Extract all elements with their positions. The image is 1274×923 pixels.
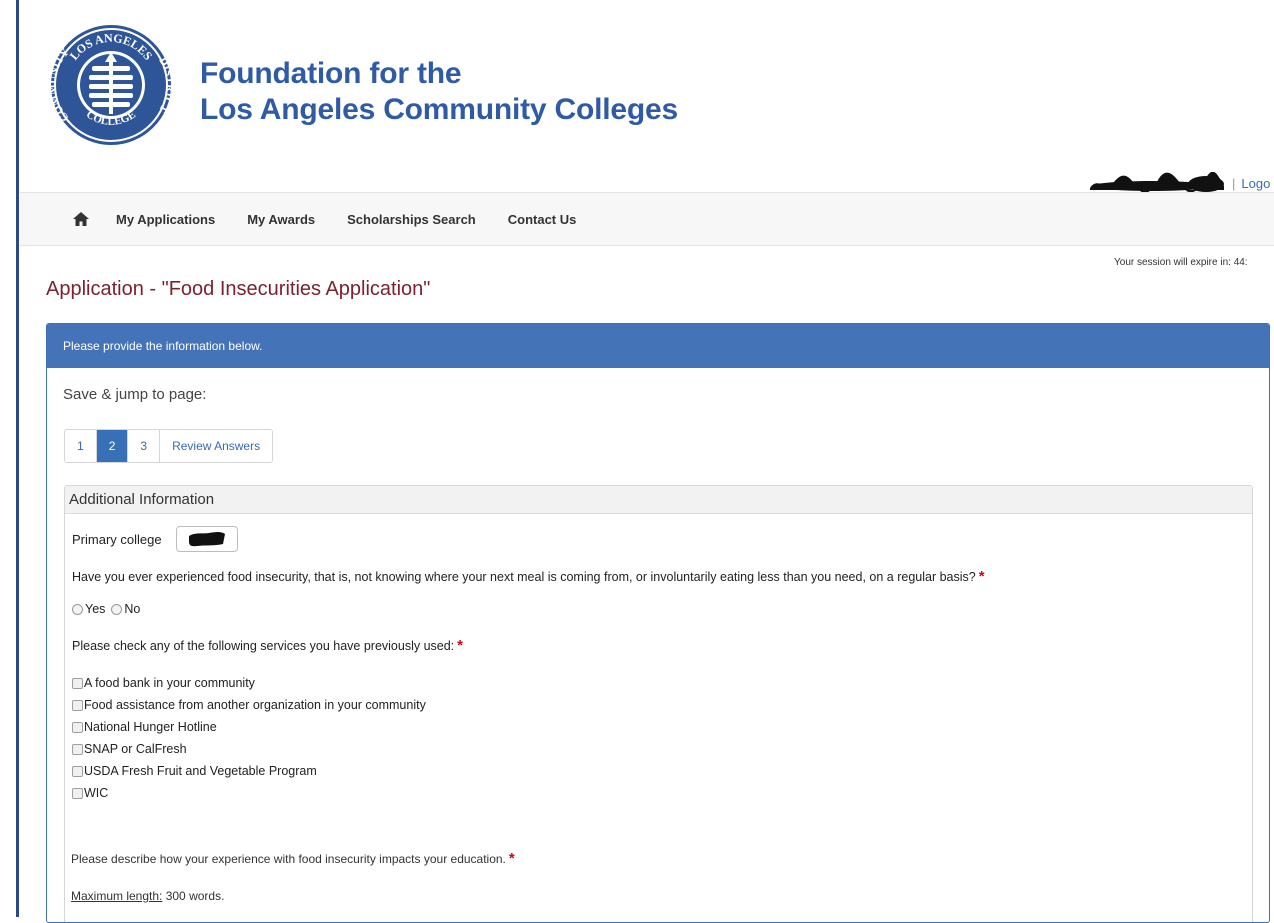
service-label: National Hunger Hotline [84,720,217,734]
services-question-text: Please check any of the following servic… [72,639,455,653]
session-timer: Your session will expire in: 44: [1114,257,1248,268]
checkbox-usda[interactable] [72,765,83,777]
application-panel: Please provide the information below. Sa… [46,323,1270,923]
page-button-review-answers[interactable]: Review Answers [160,430,273,462]
service-option-wic: WIC [72,782,426,804]
impact-question: Please describe how your experience with… [71,850,515,867]
primary-college-select[interactable] [175,526,238,552]
redacted-username [1090,172,1224,194]
section-title: Additional Information [65,486,1252,514]
service-option-snap: SNAP or CalFresh [72,738,426,760]
checkbox-hunger-hotline[interactable] [72,721,83,733]
food-insecurity-question: Have you ever experienced food insecurit… [72,568,985,585]
service-label: A food bank in your community [84,676,255,690]
service-option-hunger-hotline: National Hunger Hotline [72,716,426,738]
page-title: Application - "Food Insecurities Applica… [46,278,431,300]
panel-heading: Please provide the information below. [47,324,1269,368]
left-border [16,0,19,917]
primary-college-row: Primary college [72,526,238,552]
additional-information-section: Additional Information Primary college H… [64,485,1253,922]
nav-my-awards[interactable]: My Awards [247,212,315,227]
service-label: SNAP or CalFresh [84,742,187,756]
home-icon [73,212,89,226]
service-label: WIC [84,786,109,800]
food-insecurity-radio-group: Yes No [72,602,146,616]
max-length-label: Maximum length: [71,889,163,903]
services-checkbox-list: A food bank in your community Food assis… [72,672,426,804]
required-asterisk: * [978,568,985,585]
service-option-food-bank: A food bank in your community [72,672,426,694]
org-name-line-2: Los Angeles Community Colleges [200,93,678,126]
checkbox-food-bank[interactable] [72,677,83,689]
food-insecurity-question-text: Have you ever experienced food insecurit… [72,570,976,584]
redacted-college-value [188,532,225,547]
max-length-note: Maximum length: 300 words. [71,889,224,903]
radio-no-label: No [124,602,141,616]
nav-contact-us[interactable]: Contact Us [508,212,577,227]
organization-name: Foundation for the Los Angeles Community… [200,56,678,128]
primary-college-label: Primary college [72,531,162,547]
nav-scholarships-search[interactable]: Scholarships Search [347,212,476,227]
page-pagination: 1 2 3 Review Answers [64,429,274,463]
page-button-2[interactable]: 2 [96,430,129,462]
required-asterisk: * [457,637,463,654]
page-button-3[interactable]: 3 [128,430,161,462]
college-district-seal: LOS ANGELES COMMUNITY DISTRICT COLLEGE [48,25,174,145]
org-name-line-1: Foundation for the [200,57,462,90]
radio-yes-label: Yes [85,602,106,616]
user-separator: | [1232,175,1236,191]
service-label: Food assistance from another organizatio… [84,698,426,712]
checkbox-snap[interactable] [72,743,83,755]
max-length-value: 300 words. [162,889,225,903]
services-question: Please check any of the following servic… [72,637,463,654]
main-navbar: My Applications My Awards Scholarships S… [20,192,1274,246]
page-button-1[interactable]: 1 [65,430,97,462]
checkbox-wic[interactable] [72,787,83,799]
checkbox-food-assistance[interactable] [72,699,83,711]
service-option-food-assistance: Food assistance from another organizatio… [72,694,426,716]
service-option-usda: USDA Fresh Fruit and Vegetable Program [72,760,426,782]
service-label: USDA Fresh Fruit and Vegetable Program [84,764,317,778]
radio-yes[interactable] [72,603,83,615]
radio-no[interactable] [111,603,123,615]
nav-my-applications[interactable]: My Applications [116,212,215,227]
jump-to-page-label: Save & jump to page: [63,386,207,403]
required-asterisk: * [508,850,515,867]
home-button[interactable] [68,207,94,231]
logout-link[interactable]: Logo [1241,176,1270,191]
impact-question-text: Please describe how your experience with… [71,852,506,866]
